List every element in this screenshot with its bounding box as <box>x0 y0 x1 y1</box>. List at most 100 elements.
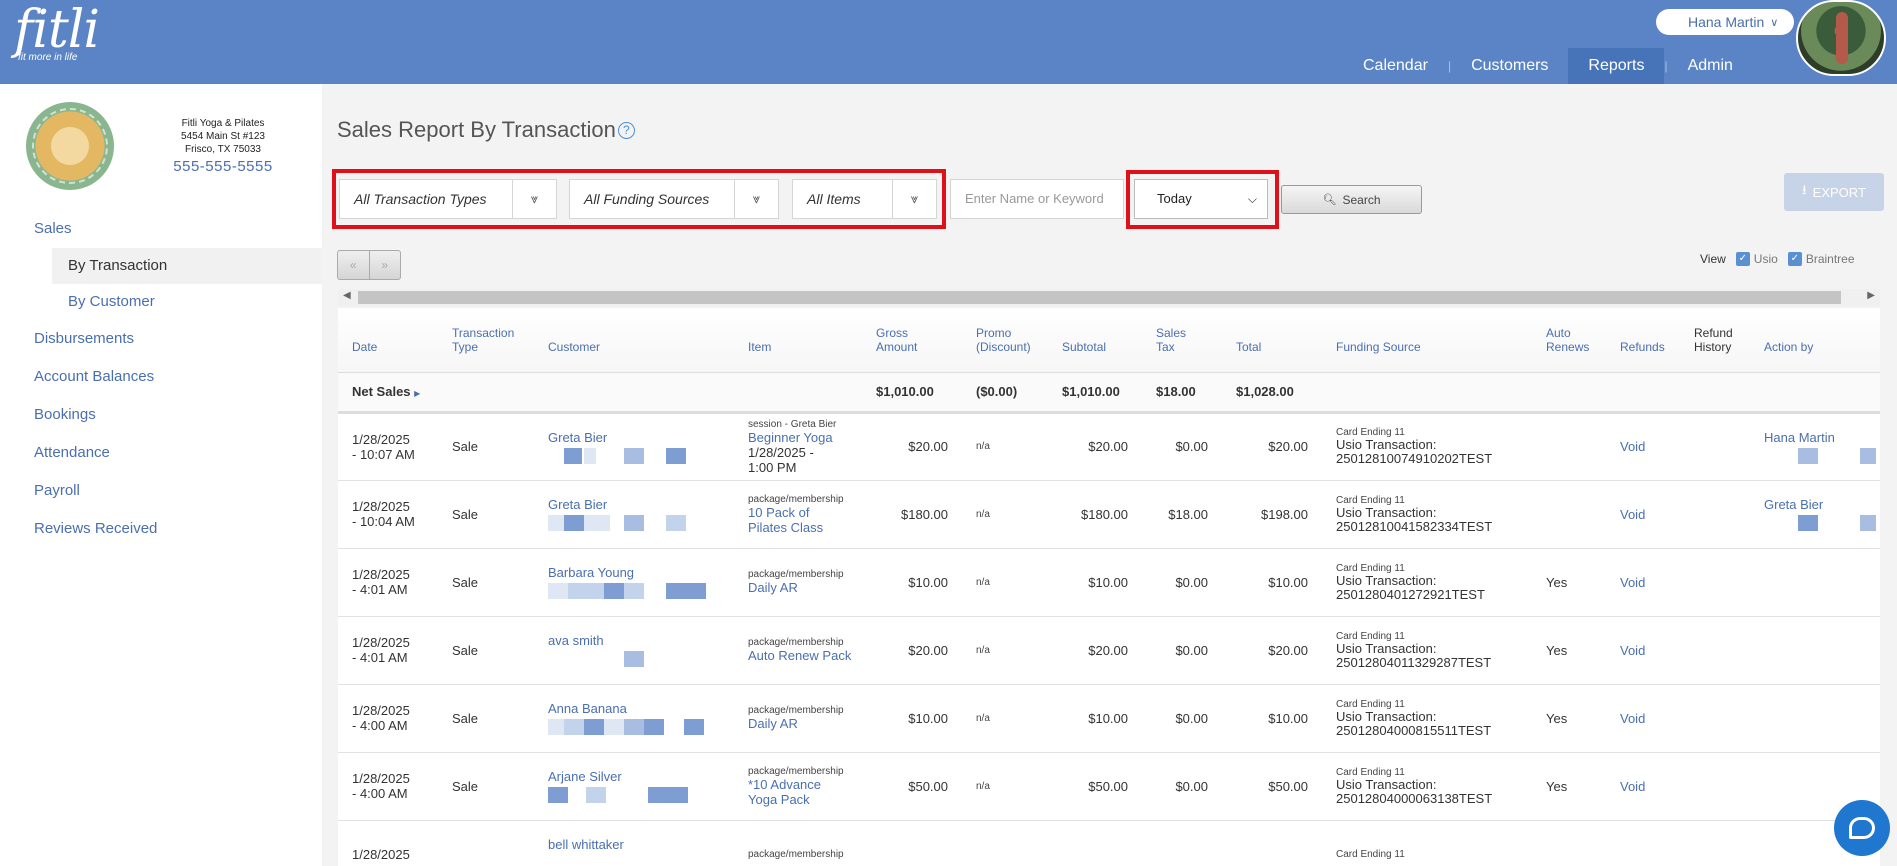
customer-link[interactable]: Arjane Silver <box>548 769 728 784</box>
usio-label: Usio Transaction: <box>1336 504 1437 520</box>
sidebar-item-disbursements[interactable]: Disbursements <box>0 320 322 358</box>
row-item: package/membership <box>734 820 862 866</box>
nav-customers[interactable]: Customers <box>1451 48 1568 84</box>
scrollbar-thumb[interactable] <box>358 291 1841 304</box>
nav-admin[interactable]: Admin <box>1668 48 1753 84</box>
funding-source-select[interactable]: All Funding Sources ⩔ <box>569 179 779 219</box>
customer-link[interactable]: ava smith <box>548 633 728 648</box>
studio-logo <box>26 102 114 190</box>
sidebar-item-account-balances[interactable]: Account Balances <box>0 358 322 396</box>
row-gross: $180.00 <box>862 480 962 549</box>
page-title-text: Sales Report By Transaction <box>337 117 616 142</box>
void-link[interactable]: Void <box>1606 412 1680 481</box>
col-subtotal[interactable]: Subtotal <box>1048 308 1142 373</box>
scroll-right-icon[interactable]: ▶ <box>1867 290 1875 301</box>
sidebar-item-by-transaction[interactable]: By Transaction <box>52 248 322 284</box>
sidebar-item-reviews-received[interactable]: Reviews Received <box>0 510 322 548</box>
sidebar-item-attendance[interactable]: Attendance <box>0 434 322 472</box>
row-total: $10.00 <box>1222 548 1322 617</box>
customer-link[interactable]: Anna Banana <box>548 701 728 716</box>
user-menu-button[interactable]: Hana Martin ∨ <box>1656 9 1794 35</box>
col-date[interactable]: Date <box>338 308 438 373</box>
col-transaction-type[interactable]: Transaction Type <box>438 308 534 373</box>
braintree-checkbox[interactable]: ✓ <box>1787 252 1802 266</box>
usio-label: Usio Transaction: <box>1336 572 1437 588</box>
col-refunds[interactable]: Refunds <box>1606 308 1680 373</box>
redacted-info <box>548 855 728 866</box>
keyword-input[interactable]: Enter Name or Keyword <box>950 179 1124 219</box>
date-range-select[interactable]: Today ⌵ <box>1134 179 1268 219</box>
sidebar-item-sales[interactable]: Sales <box>0 210 322 248</box>
action-by-link[interactable]: Greta Bier <box>1764 497 1874 512</box>
row-auto-renews <box>1532 820 1606 866</box>
col-customer[interactable]: Customer <box>534 308 734 373</box>
search-button[interactable]: 🔍︎ Search <box>1281 185 1422 214</box>
date-line2: - 4:01 AM <box>352 582 408 597</box>
nav-reports[interactable]: Reports <box>1568 48 1665 84</box>
transaction-type-select[interactable]: All Transaction Types ⩔ <box>339 179 557 219</box>
col-item[interactable]: Item <box>734 308 862 373</box>
sidebar-item-by-customer[interactable]: By Customer <box>52 284 322 320</box>
nav-calendar[interactable]: Calendar <box>1343 48 1448 84</box>
item-link[interactable]: 10 Pack of <box>748 505 856 520</box>
col-sales-tax[interactable]: Sales Tax <box>1142 308 1222 373</box>
row-tax: $0.00 <box>1142 548 1222 617</box>
fitli-logo[interactable]: fitli fit more in life <box>14 4 100 63</box>
studio-phone[interactable]: 555-555-5555 <box>150 159 296 174</box>
void-link[interactable] <box>1606 820 1680 866</box>
card-ending: Card Ending 11 <box>1336 562 1405 574</box>
search-icon: 🔍︎ <box>1322 194 1337 206</box>
row-refund-history <box>1680 548 1750 617</box>
next-page-button[interactable]: » <box>368 251 401 279</box>
item-link[interactable]: *10 Advance <box>748 777 856 792</box>
col-action-by[interactable]: Action by <box>1750 308 1880 373</box>
date-line1: 1/28/2025 <box>352 771 410 786</box>
void-link[interactable]: Void <box>1606 684 1680 753</box>
row-customer: ava smith <box>534 616 734 685</box>
void-link[interactable]: Void <box>1606 480 1680 549</box>
row-funding-source: Card Ending 11 Usio Transaction: 250128100… <box>1322 412 1532 481</box>
net-sales-label[interactable]: Net Sales ▶ <box>338 372 862 414</box>
item-link-line2[interactable]: Yoga Pack <box>748 792 856 807</box>
horizontal-scrollbar[interactable]: ◀ ▶ <box>338 289 1880 306</box>
usio-label: Usio Transaction: <box>1336 437 1437 452</box>
date-line1: 1/28/2025 <box>352 703 410 718</box>
item-link[interactable]: Beginner Yoga <box>748 430 856 445</box>
action-by-link[interactable]: Hana Martin <box>1764 430 1874 445</box>
item-link-line2[interactable]: 1/28/2025 - <box>748 445 856 460</box>
item-link-line2[interactable]: Pilates Class <box>748 520 856 535</box>
void-link[interactable]: Void <box>1606 548 1680 617</box>
col-total[interactable]: Total <box>1222 308 1322 373</box>
col-promo[interactable]: Promo (Discount) <box>962 308 1048 373</box>
net-total: $1,028.00 <box>1222 372 1322 414</box>
redacted-info <box>548 719 728 735</box>
row-date: 1/28/2025- 10:07 AM <box>338 412 438 481</box>
row-refund-history <box>1680 684 1750 753</box>
date-line2: - 10:04 AM <box>352 514 415 529</box>
col-gross-amount[interactable]: Gross Amount <box>862 308 962 373</box>
item-link[interactable]: Auto Renew Pack <box>748 648 856 663</box>
row-tax: $0.00 <box>1142 752 1222 821</box>
col-auto-renews[interactable]: Auto Renews <box>1532 308 1606 373</box>
avatar[interactable] <box>1796 0 1886 76</box>
scroll-left-icon[interactable]: ◀ <box>343 290 351 301</box>
col-funding-source[interactable]: Funding Source <box>1322 308 1532 373</box>
item-category: package/membership <box>748 765 844 777</box>
customer-link[interactable]: Barbara Young <box>548 565 728 580</box>
prev-page-button[interactable]: « <box>338 251 369 279</box>
sidebar-item-bookings[interactable]: Bookings <box>0 396 322 434</box>
export-button[interactable]: ⭳ EXPORT <box>1784 173 1884 211</box>
usio-checkbox[interactable]: ✓ <box>1735 252 1750 266</box>
sidebar-item-payroll[interactable]: Payroll <box>0 472 322 510</box>
customer-link[interactable]: Greta Bier <box>548 430 728 445</box>
help-icon[interactable]: ? <box>617 122 635 139</box>
customer-link[interactable]: bell whittaker <box>548 837 728 852</box>
void-link[interactable]: Void <box>1606 616 1680 685</box>
items-select[interactable]: All Items ⩔ <box>792 179 937 219</box>
customer-link[interactable]: Greta Bier <box>548 497 728 512</box>
item-link[interactable]: Daily AR <box>748 716 856 731</box>
void-link[interactable]: Void <box>1606 752 1680 821</box>
item-link[interactable]: Daily AR <box>748 580 856 595</box>
chat-widget-button[interactable] <box>1834 800 1890 856</box>
row-tax: $0.00 <box>1142 412 1222 481</box>
